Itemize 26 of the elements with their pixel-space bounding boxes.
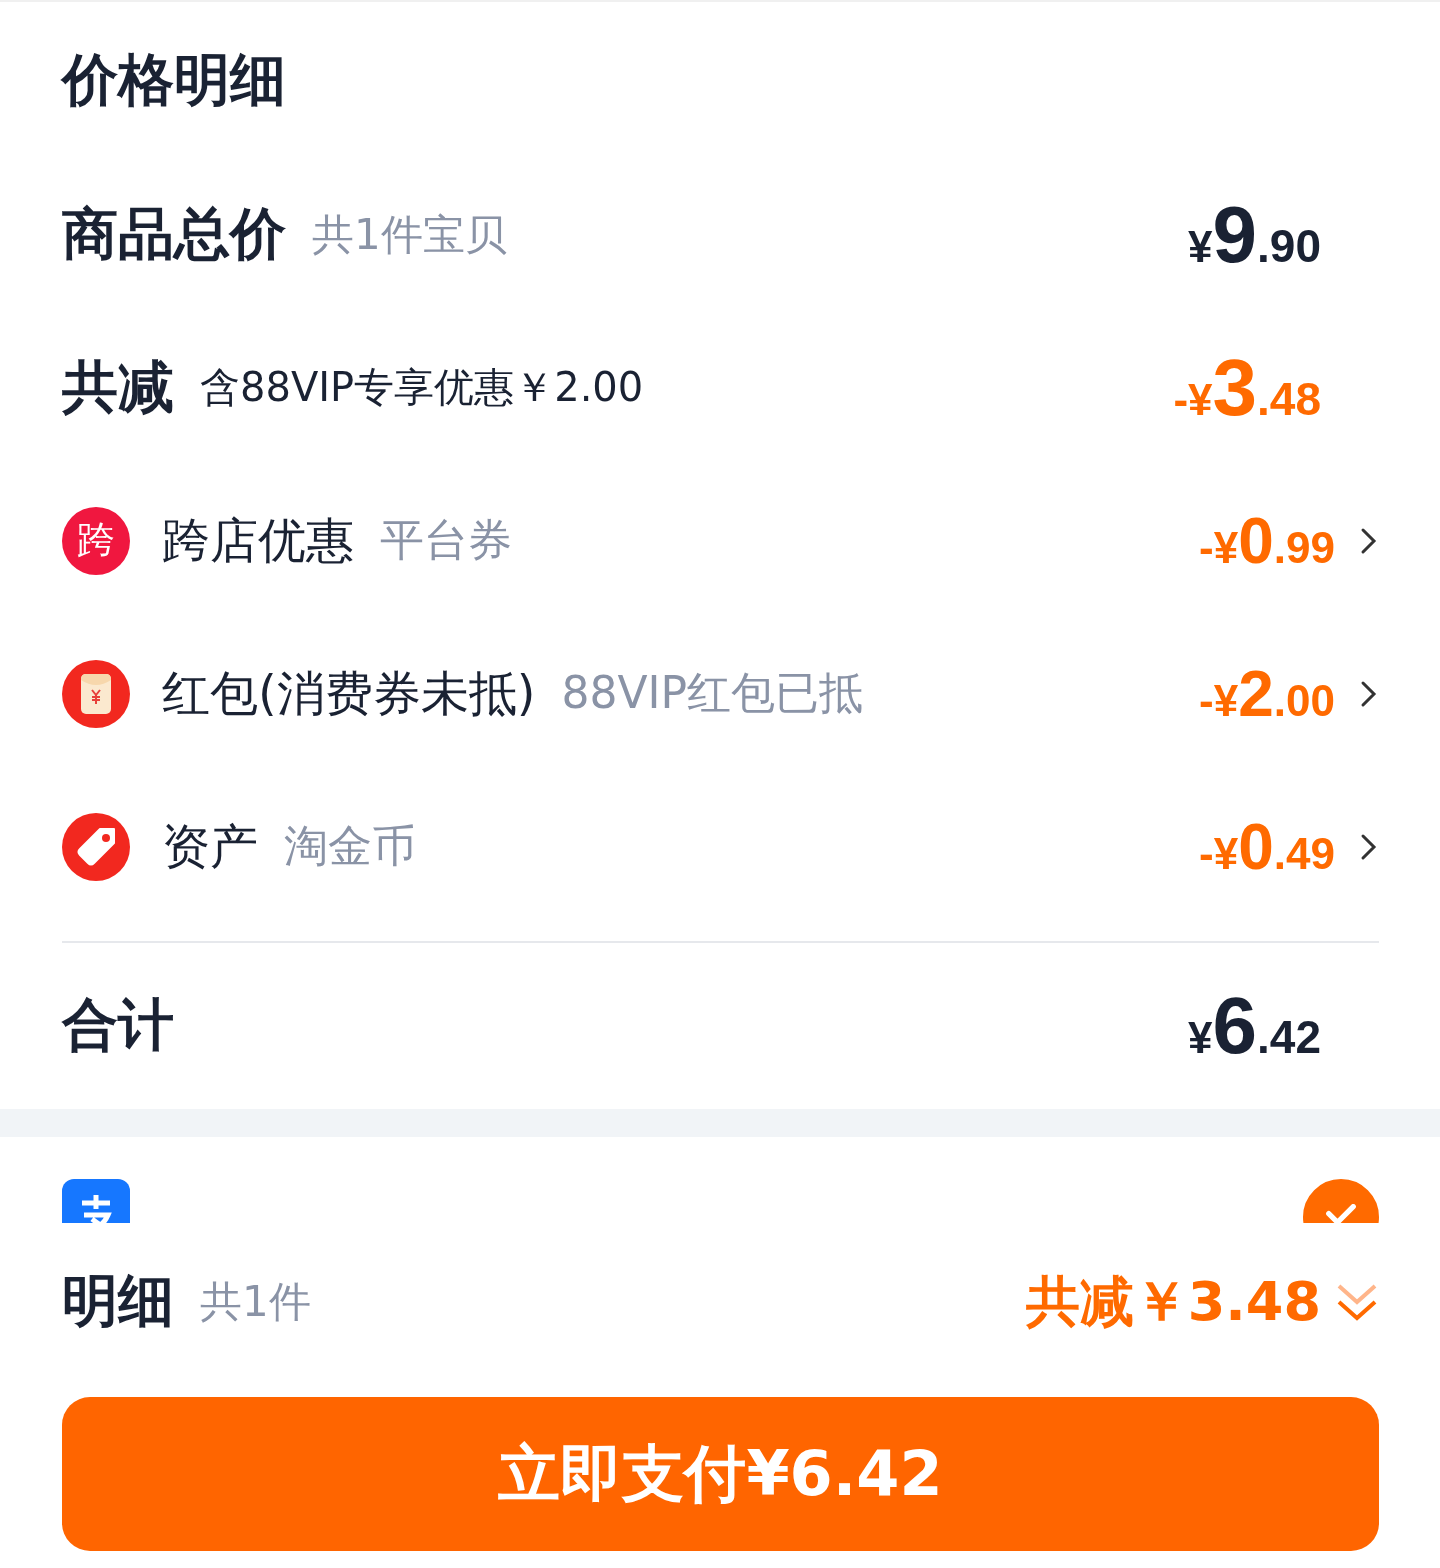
coupon-badge: 跨 — [62, 506, 130, 575]
total-label: 合计 — [62, 991, 174, 1059]
pay-now-button[interactable]: 立即支付¥6.42 — [62, 1397, 1379, 1551]
detail-label: 明细 — [62, 1267, 174, 1335]
price-amount: ¥9.90 — [1188, 188, 1321, 281]
envelope-icon — [62, 659, 130, 728]
row-label: 资产 — [162, 816, 258, 876]
price-amount: -¥3.48 — [1173, 341, 1321, 434]
row-label: 跨店优惠 — [162, 510, 354, 570]
price-amount: -¥0.99 — [1199, 503, 1335, 578]
price-amount: -¥2.00 — [1199, 656, 1335, 731]
row-note: 88VIP红包已抵 — [561, 666, 864, 720]
check-icon — [1326, 1204, 1356, 1223]
tag-icon — [62, 812, 130, 881]
price-amount: -¥0.49 — [1199, 809, 1335, 884]
row-note: 淘金币 — [284, 819, 416, 873]
row-note: 含88VIP专享优惠￥2.00 — [200, 363, 644, 412]
section-title: 价格明细 — [62, 46, 287, 114]
row-label: 红包(消费券未抵) — [162, 663, 536, 723]
row-label: 共减 — [62, 352, 174, 421]
row-label: 商品总价 — [62, 199, 286, 268]
row-note: 共1件宝贝 — [312, 208, 507, 261]
price-amount: ¥6.42 — [1188, 980, 1321, 1072]
savings-total: 共减￥3.48 — [1025, 1268, 1321, 1335]
row-note: 平台券 — [380, 513, 512, 567]
item-count: 共1件 — [200, 1276, 311, 1328]
